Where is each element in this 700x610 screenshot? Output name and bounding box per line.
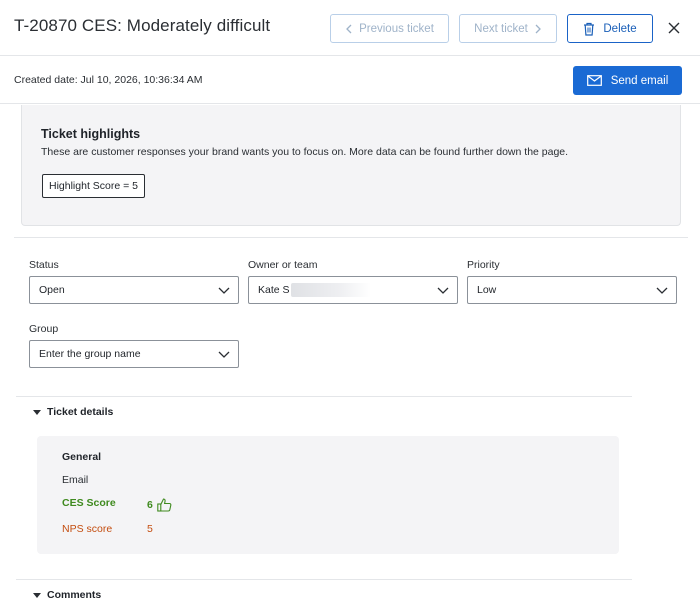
- priority-label: Priority: [467, 259, 500, 271]
- chevron-down-icon: [656, 287, 668, 294]
- delete-label: Delete: [603, 22, 637, 35]
- comments-toggle[interactable]: Comments: [33, 589, 101, 601]
- owner-select[interactable]: Kate S: [248, 276, 458, 304]
- section-divider: [14, 237, 688, 238]
- send-email-button[interactable]: Send email: [573, 66, 682, 95]
- owner-value: Kate S: [258, 284, 290, 296]
- close-button[interactable]: [666, 20, 682, 36]
- nps-score-value: 5: [147, 523, 153, 535]
- close-icon: [668, 22, 680, 34]
- ticket-details-heading: Ticket details: [47, 406, 114, 418]
- section-divider: [16, 396, 632, 397]
- caret-down-icon: [33, 592, 41, 598]
- next-ticket-button[interactable]: Next ticket: [459, 14, 557, 43]
- previous-ticket-label: Previous ticket: [359, 22, 434, 35]
- chevron-down-icon: [437, 287, 449, 294]
- chevron-right-icon: [535, 24, 541, 33]
- redacted-name: [290, 283, 371, 297]
- page-title: T-20870 CES: Moderately difficult: [14, 16, 271, 35]
- group-select[interactable]: Enter the group name: [29, 340, 239, 368]
- ces-score-value-group: 6: [147, 498, 172, 512]
- caret-down-icon: [33, 409, 41, 415]
- status-value: Open: [39, 284, 65, 296]
- section-divider: [16, 579, 632, 580]
- group-label: Group: [29, 323, 59, 335]
- send-email-label: Send email: [610, 74, 669, 87]
- next-ticket-label: Next ticket: [474, 22, 528, 35]
- ces-score-value: 6: [147, 499, 153, 511]
- priority-select[interactable]: Low: [467, 276, 677, 304]
- created-date: Created date: Jul 10, 2026, 10:36:34 AM: [14, 74, 203, 86]
- chevron-left-icon: [346, 24, 352, 33]
- thumbs-up-icon: [157, 498, 172, 512]
- owner-label: Owner or team: [248, 259, 318, 271]
- previous-ticket-button[interactable]: Previous ticket: [330, 14, 449, 43]
- chevron-down-icon: [218, 351, 230, 358]
- ticket-details-toggle[interactable]: Ticket details: [33, 406, 113, 418]
- highlights-description: These are customer responses your brand …: [41, 146, 569, 158]
- ticket-highlights-panel: Ticket highlights These are customer res…: [21, 105, 681, 226]
- comments-heading: Comments: [47, 589, 102, 601]
- mail-icon: [586, 75, 602, 86]
- ces-score-label: CES Score: [62, 497, 116, 509]
- group-placeholder: Enter the group name: [39, 348, 141, 360]
- nps-score-label: NPS score: [62, 523, 113, 535]
- general-title: General: [62, 451, 102, 463]
- ticket-header: T-20870 CES: Moderately difficult Previo…: [0, 0, 700, 56]
- ticket-subheader: Created date: Jul 10, 2026, 10:36:34 AM …: [0, 56, 700, 104]
- email-label: Email: [62, 474, 89, 486]
- ticket-details-card: General Email CES Score 6 NPS score 5: [37, 436, 619, 554]
- status-label: Status: [29, 259, 59, 271]
- trash-icon: [584, 22, 595, 36]
- status-select[interactable]: Open: [29, 276, 239, 304]
- priority-value: Low: [477, 284, 497, 296]
- highlight-score-chip: Highlight Score = 5: [42, 174, 146, 198]
- highlights-title: Ticket highlights: [41, 127, 141, 141]
- delete-button[interactable]: Delete: [567, 14, 653, 43]
- chevron-down-icon: [218, 287, 230, 294]
